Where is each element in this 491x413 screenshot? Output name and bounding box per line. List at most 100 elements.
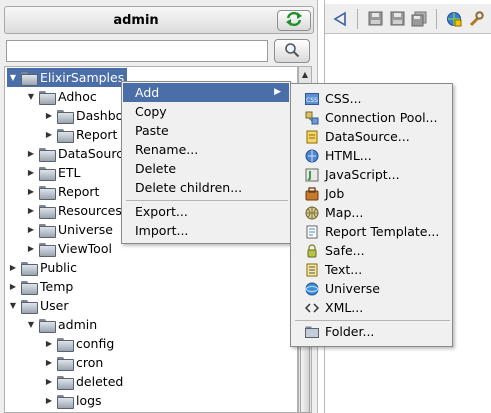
expand-icon[interactable]: ▶ — [43, 129, 55, 141]
folder-icon — [21, 280, 38, 295]
submenu-item-xml[interactable]: XML... — [292, 298, 452, 317]
submenu-item-javascript[interactable]: JavaScript... — [292, 165, 452, 184]
expand-icon[interactable]: ▶ — [25, 224, 37, 236]
tree-node-label: User — [40, 298, 69, 313]
submenu-item-report-template[interactable]: Report Template... — [292, 222, 452, 241]
folder-icon — [39, 318, 56, 333]
save-as-icon[interactable] — [388, 10, 406, 28]
menu-item-paste[interactable]: Paste — [123, 121, 289, 140]
submenu-item-map[interactable]: Map... — [292, 203, 452, 222]
panel-title: admin — [113, 13, 159, 28]
tree-node-config[interactable]: ▶ config — [43, 334, 114, 353]
refresh-button[interactable] — [277, 10, 311, 31]
submenu-item-label: Text... — [325, 262, 363, 277]
context-menu: Add ▶ Copy Paste Rename... Delete Delete… — [121, 81, 291, 244]
globe-settings-icon[interactable] — [445, 10, 463, 28]
folder-icon — [21, 71, 38, 86]
tree-node-admin[interactable]: ▼ admin — [25, 315, 97, 334]
submenu-item-folder[interactable]: Folder... — [292, 322, 452, 341]
tree-node-cron[interactable]: ▶ cron — [43, 353, 103, 372]
tree-node-label: cron — [76, 355, 104, 370]
menu-item-label: Add — [135, 85, 160, 100]
menu-item-import[interactable]: Import... — [123, 221, 289, 240]
tree-node-label: ETL — [58, 165, 81, 180]
submenu-item-html[interactable]: HTML... — [292, 146, 452, 165]
expand-icon[interactable]: ▶ — [43, 338, 55, 350]
submenu-item-label: Universe — [325, 281, 380, 296]
expand-icon[interactable]: ▶ — [25, 186, 37, 198]
toolbar-divider — [436, 8, 437, 29]
submenu-item-job[interactable]: Job — [292, 184, 452, 203]
expand-icon[interactable]: ▶ — [43, 376, 55, 388]
tree-node-report[interactable]: ▶ Report — [25, 182, 99, 201]
add-submenu: CSS CSS... Connection Pool... DataSource… — [290, 83, 453, 347]
submenu-arrow-icon: ▶ — [274, 87, 281, 97]
tree-node-etl[interactable]: ▶ ETL — [25, 163, 81, 182]
tree-node-dashboard[interactable]: ▶ Dashbo — [43, 106, 123, 125]
submenu-item-label: DataSource... — [325, 129, 410, 144]
svg-text:CSS: CSS — [306, 97, 318, 104]
submenu-item-label: Report Template... — [325, 224, 440, 239]
tree-node-user[interactable]: ▼ User — [7, 296, 69, 315]
folder-icon — [39, 242, 56, 257]
folder-icon — [39, 147, 56, 162]
scroll-up-icon[interactable]: ▲ — [299, 67, 311, 81]
tree-node-deleted[interactable]: ▶ deleted — [43, 372, 123, 391]
expand-icon[interactable]: ▶ — [43, 357, 55, 369]
collapse-icon[interactable]: ▼ — [25, 91, 37, 103]
save-icon[interactable] — [366, 10, 384, 28]
expand-icon[interactable]: ▶ — [43, 110, 55, 122]
tree-node-datasource[interactable]: ▶ DataSource — [25, 144, 131, 163]
menu-item-copy[interactable]: Copy — [123, 102, 289, 121]
expand-icon[interactable]: ▶ — [25, 148, 37, 160]
tree-node-logs[interactable]: ▶ logs — [43, 391, 102, 410]
submenu-item-datasource[interactable]: DataSource... — [292, 127, 452, 146]
submenu-item-universe[interactable]: Universe — [292, 279, 452, 298]
tree-node-report[interactable]: ▶ Report — [43, 125, 117, 144]
universe-icon — [305, 282, 319, 296]
save-all-icon[interactable] — [410, 10, 428, 28]
folder-icon — [39, 223, 56, 238]
folder-icon — [305, 325, 319, 339]
search-input[interactable] — [6, 40, 268, 62]
submenu-item-css[interactable]: CSS CSS... — [292, 89, 452, 108]
menu-item-rename[interactable]: Rename... — [123, 140, 289, 159]
folder-icon — [57, 394, 74, 409]
expand-icon[interactable]: ▶ — [43, 395, 55, 407]
submenu-item-safe[interactable]: Safe... — [292, 241, 452, 260]
folder-icon — [57, 109, 74, 124]
tree-node-temp[interactable]: ▶ Temp — [7, 277, 73, 296]
tree-node-viewtool[interactable]: ▶ ViewTool — [25, 239, 112, 258]
tree-node-label: config — [76, 336, 115, 351]
collapse-icon[interactable]: ▼ — [25, 319, 37, 331]
menu-separator — [126, 200, 288, 201]
tree-node-universe[interactable]: ▶ Universe — [25, 220, 113, 239]
menu-item-export[interactable]: Export... — [123, 202, 289, 221]
tree-node-public[interactable]: ▶ Public — [7, 258, 77, 277]
expand-icon[interactable]: ▶ — [25, 205, 37, 217]
connection-pool-icon — [305, 111, 319, 125]
tree-node-label: Resources — [58, 203, 122, 218]
wrench-icon[interactable] — [467, 10, 485, 28]
css-icon: CSS — [305, 92, 319, 106]
expand-icon[interactable]: ▶ — [25, 167, 37, 179]
menu-item-delete[interactable]: Delete — [123, 159, 289, 178]
folder-icon — [57, 128, 74, 143]
tree-node-resources[interactable]: ▶ Resources — [25, 201, 122, 220]
tree-node-label: logs — [76, 393, 102, 408]
expand-icon[interactable]: ▶ — [7, 281, 19, 293]
expand-icon[interactable]: ▶ — [7, 262, 19, 274]
submenu-item-label: JavaScript... — [325, 167, 400, 182]
submenu-item-text[interactable]: Text... — [292, 260, 452, 279]
submenu-item-connection-pool[interactable]: Connection Pool... — [292, 108, 452, 127]
tree-node-elixirsamples[interactable]: ▼ ElixirSamples — [7, 68, 127, 87]
collapse-icon[interactable]: ▼ — [7, 72, 19, 84]
tree-node-adhoc[interactable]: ▼ Adhoc — [25, 87, 97, 106]
expand-icon[interactable]: ▶ — [25, 243, 37, 255]
menu-item-delete-children[interactable]: Delete children... — [123, 178, 289, 197]
menu-item-add[interactable]: Add ▶ — [123, 83, 289, 102]
back-icon[interactable] — [331, 10, 349, 28]
search-button[interactable] — [274, 39, 310, 63]
collapse-icon[interactable]: ▼ — [7, 300, 19, 312]
folder-icon — [39, 90, 56, 105]
